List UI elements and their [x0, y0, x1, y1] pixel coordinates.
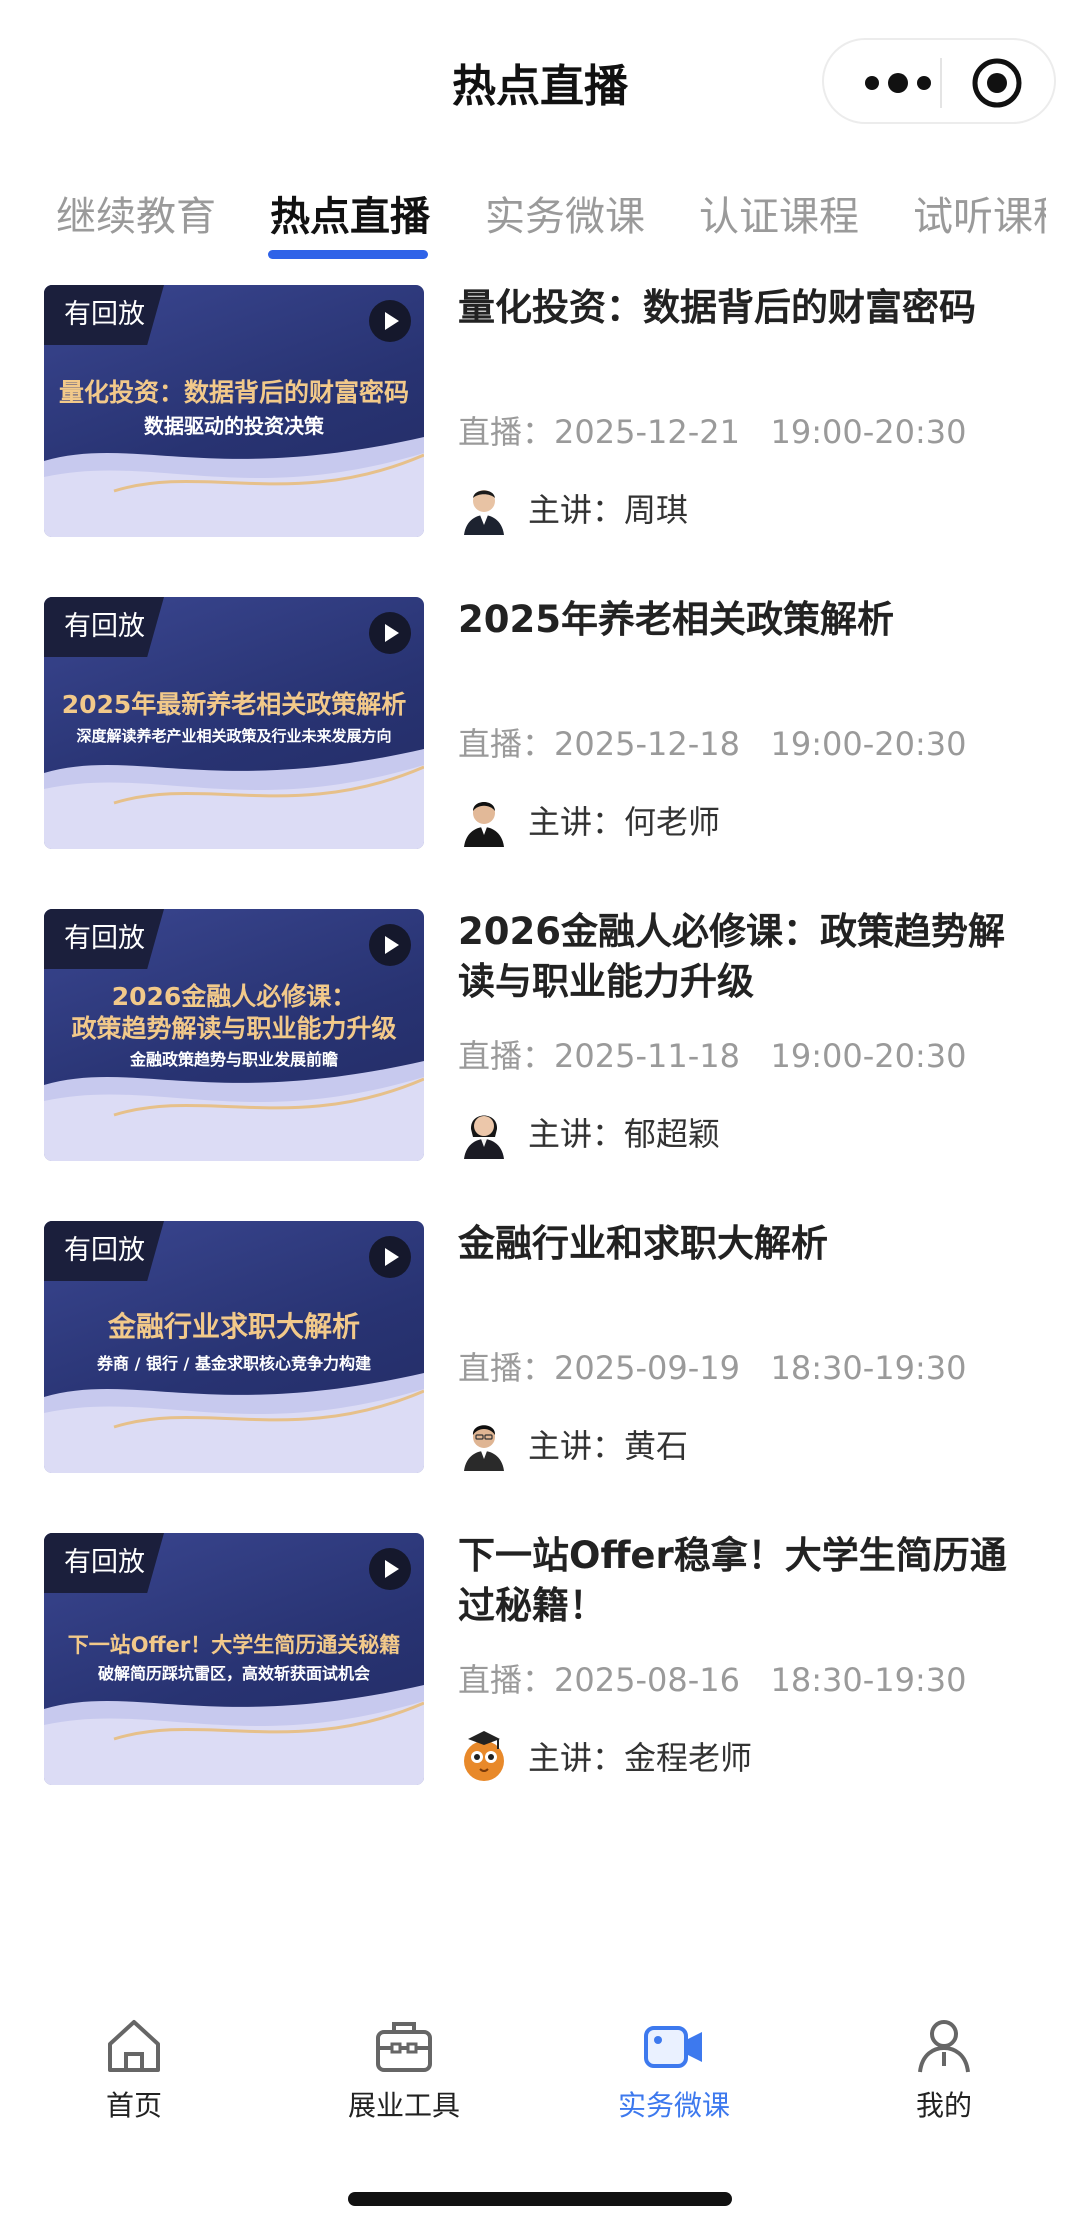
- replay-badge: 有回放: [44, 597, 164, 657]
- list-item[interactable]: 有回放 金融行业求职大解析 券商 / 银行 / 基金求职核心竞争力构建 金融行业…: [0, 1219, 1080, 1479]
- thumb-title-line-2: 政策趋势解读与职业能力升级: [71, 1014, 397, 1043]
- course-title[interactable]: 下一站Offer稳拿！大学生简历通过秘籍！: [458, 1531, 1038, 1631]
- live-time: 直播：2025-12-18 19:00-20:30: [458, 725, 967, 763]
- tabs-edge-mask: [1046, 170, 1080, 270]
- course-title[interactable]: 2026金融人必修课：政策趋势解读与职业能力升级: [458, 907, 1038, 1007]
- nav-home[interactable]: 首页: [34, 2014, 234, 2124]
- avatar: [464, 490, 504, 535]
- course-thumbnail[interactable]: 有回放 量化投资：数据背后的财富密码 数据驱动的投资决策: [44, 285, 424, 537]
- play-icon[interactable]: [368, 1235, 412, 1279]
- replay-badge: 有回放: [44, 1221, 164, 1281]
- play-icon[interactable]: [368, 299, 412, 343]
- category-tabs: 继续教育 热点直播 实务微课 认证课程 试听课程: [0, 170, 1080, 270]
- tab-active-indicator: [268, 250, 428, 259]
- course-title[interactable]: 量化投资：数据背后的财富密码: [458, 283, 1038, 333]
- mascot-avatar: [464, 1731, 504, 1781]
- live-time: 直播：2025-11-18 19:00-20:30: [458, 1037, 967, 1075]
- course-thumbnail[interactable]: 有回放 下一站Offer！大学生简历通关秘籍 破解简历踩坑雷区，高效斩获面试机会: [44, 1533, 424, 1785]
- thumb-title: 量化投资：数据背后的财富密码: [58, 378, 409, 407]
- tab-practical-micro-course[interactable]: 实务微课: [485, 184, 645, 242]
- nav-label: 展业工具: [347, 2089, 460, 2122]
- nav-profile[interactable]: 我的: [844, 2014, 1044, 2124]
- more-dots-icon[interactable]: [858, 68, 938, 98]
- nav-label: 我的: [915, 2089, 972, 2122]
- play-icon[interactable]: [368, 611, 412, 655]
- live-time: 直播：2025-09-19 18:30-19:30: [458, 1349, 967, 1387]
- top-bar: 热点直播: [0, 0, 1080, 160]
- nav-label: 实务微课: [617, 2089, 730, 2122]
- thumb-title: 金融行业求职大解析: [107, 1310, 360, 1343]
- live-time: 直播：2025-08-16 18:30-19:30: [458, 1661, 967, 1699]
- thumb-subtitle: 深度解读养老产业相关政策及行业未来发展方向: [76, 727, 392, 745]
- list-item[interactable]: 有回放 2026金融人必修课： 政策趋势解读与职业能力升级 金融政策趋势与职业发…: [0, 907, 1080, 1167]
- thumb-title: 2026金融人必修课：: [111, 982, 357, 1011]
- thumb-subtitle: 金融政策趋势与职业发展前瞻: [129, 1050, 338, 1069]
- avatar: [464, 1115, 504, 1159]
- speaker-name: 主讲：周琪: [528, 491, 689, 529]
- thumb-title: 2025年最新养老相关政策解析: [61, 690, 407, 719]
- list-item[interactable]: 有回放 下一站Offer！大学生简历通关秘籍 破解简历踩坑雷区，高效斩获面试机会…: [0, 1531, 1080, 1791]
- capsule-divider: [940, 58, 942, 108]
- mini-program-capsule: [822, 38, 1056, 124]
- play-icon[interactable]: [368, 923, 412, 967]
- thumb-subtitle: 数据驱动的投资决策: [144, 414, 324, 438]
- tab-certification-course[interactable]: 认证课程: [699, 184, 859, 242]
- nav-toolbox[interactable]: 展业工具: [304, 2014, 504, 2124]
- avatar: [464, 1425, 504, 1471]
- list-item[interactable]: 有回放 量化投资：数据背后的财富密码 数据驱动的投资决策 量化投资：数据背后的财…: [0, 283, 1080, 543]
- course-thumbnail[interactable]: 有回放 金融行业求职大解析 券商 / 银行 / 基金求职核心竞争力构建: [44, 1221, 424, 1473]
- thumb-subtitle: 破解简历踩坑雷区，高效斩获面试机会: [97, 1664, 370, 1683]
- speaker-name: 主讲：何老师: [528, 803, 721, 841]
- tab-hot-live[interactable]: 热点直播: [270, 184, 430, 242]
- course-title[interactable]: 2025年养老相关政策解析: [458, 595, 1038, 645]
- live-time: 直播：2025-12-21 19:00-20:30: [458, 413, 967, 451]
- target-circle-icon[interactable]: [970, 56, 1024, 110]
- course-thumbnail[interactable]: 有回放 2026金融人必修课： 政策趋势解读与职业能力升级 金融政策趋势与职业发…: [44, 909, 424, 1161]
- replay-badge: 有回放: [44, 909, 164, 969]
- list-item[interactable]: 有回放 2025年最新养老相关政策解析 深度解读养老产业相关政策及行业未来发展方…: [0, 595, 1080, 855]
- video-camera-icon: [644, 2026, 702, 2068]
- thumb-title: 下一站Offer！大学生简历通关秘籍: [67, 1633, 401, 1657]
- home-icon: [108, 2020, 160, 2072]
- toolbox-icon: [376, 2022, 432, 2072]
- speaker-name: 主讲：金程老师: [528, 1739, 753, 1777]
- speaker-name: 主讲：郁超颖: [528, 1115, 721, 1153]
- user-icon: [918, 2020, 970, 2073]
- course-thumbnail[interactable]: 有回放 2025年最新养老相关政策解析 深度解读养老产业相关政策及行业未来发展方…: [44, 597, 424, 849]
- speaker-name: 主讲：黄石: [528, 1427, 689, 1465]
- course-title[interactable]: 金融行业和求职大解析: [458, 1219, 1038, 1269]
- bottom-tab-bar: 首页 展业工具 实务微课 我的: [0, 2000, 1080, 2140]
- nav-practical-micro-course[interactable]: 实务微课: [574, 2014, 774, 2124]
- avatar: [464, 802, 504, 847]
- tab-continuing-education[interactable]: 继续教育: [56, 184, 216, 242]
- replay-badge: 有回放: [44, 1533, 164, 1593]
- home-indicator: [348, 2192, 732, 2206]
- nav-label: 首页: [105, 2089, 162, 2122]
- thumb-subtitle: 券商 / 银行 / 基金求职核心竞争力构建: [97, 1354, 371, 1373]
- play-icon[interactable]: [368, 1547, 412, 1591]
- replay-badge: 有回放: [44, 285, 164, 345]
